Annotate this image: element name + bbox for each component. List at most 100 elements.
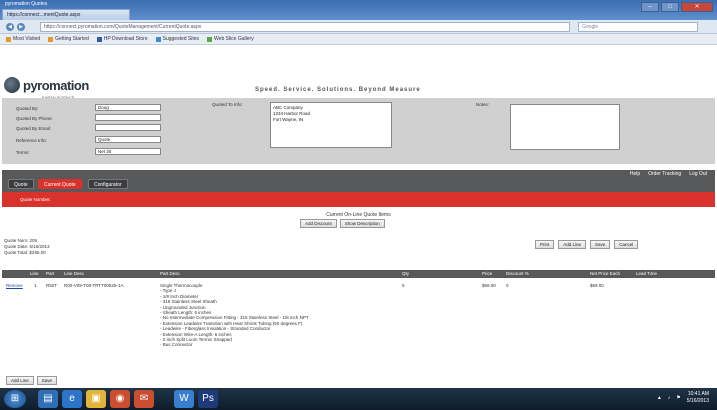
system-tray: ▲ ♪ ⚑ 10:41 AM 5/16/2013: [657, 391, 709, 405]
tab-configurator[interactable]: Configurator: [88, 179, 128, 189]
save-bottom-button[interactable]: Save: [36, 376, 58, 385]
cell-part-desc: Single Thermocouple - Type J - 1/8 Inch …: [160, 283, 309, 348]
quote-info-panel: Quoted By: Doug Quoted By Phone: Quoted …: [2, 98, 715, 164]
print-button[interactable]: Print: [535, 240, 555, 249]
outlook-icon[interactable]: ✉: [134, 390, 154, 408]
pyromation-logo[interactable]: pyromation EARTH SCIENCE: [4, 75, 89, 100]
bookmark-getting-started[interactable]: Getting Started: [48, 36, 89, 42]
clock[interactable]: 10:41 AM 5/16/2013: [687, 391, 709, 405]
reference-info-input[interactable]: Quote: [95, 136, 161, 143]
add-line-bottom-button[interactable]: Add Line: [6, 376, 34, 385]
active-tab-label: https://connect...mentQuote.aspx: [2, 9, 130, 20]
cell-discount: 0: [506, 283, 509, 288]
tagline: Speed. Service. Solutions. Beyond Measur…: [255, 87, 421, 93]
quote-items-title: Current On-Line Quote Items: [326, 212, 391, 218]
grid-header: Line Part Line Desc Part Desc Qty Price …: [2, 270, 715, 278]
reference-info-label: Reference Info:: [16, 138, 47, 143]
quote-items-controls: Add Discount Show Description: [300, 219, 385, 228]
search-input[interactable]: Google: [578, 22, 698, 32]
cell-line: 1: [34, 283, 37, 288]
bottom-actions: Add Line Save: [6, 376, 58, 385]
quote-total: Quote Total: $295.00: [4, 250, 46, 255]
notes-textarea[interactable]: [510, 104, 620, 150]
cell-qty: 5: [402, 283, 405, 288]
internet-explorer-icon[interactable]: e: [62, 390, 82, 408]
bookmark-suggested-sites[interactable]: Suggested Sites: [155, 36, 200, 42]
cell-net-price: $59.00: [590, 283, 604, 288]
quoted-by-phone-label: Quoted By Phone:: [16, 116, 53, 121]
red-header-bar: Quote Number:: [2, 192, 715, 207]
network-icon[interactable]: ▲: [657, 395, 662, 401]
cancel-button[interactable]: Cancel: [614, 240, 639, 249]
maximize-icon[interactable]: □: [661, 2, 679, 12]
quoted-to-label: Quoted To Info:: [212, 102, 243, 107]
terms-input[interactable]: Net 30: [95, 148, 161, 155]
quoted-to-textarea[interactable]: ABC Company 1234 Harbor Road Fort Wayne,…: [270, 102, 392, 148]
photoshop-icon[interactable]: Ps: [198, 390, 218, 408]
quote-actions: Print Add Line Save Cancel: [535, 240, 639, 249]
taskbar: ⊞ ▤ e ▣ ◉ ✉ W Ps ▲ ♪ ⚑ 10:41 AM 5/16/201…: [0, 388, 717, 410]
bookmark-web-slice[interactable]: Web Slice Gallery: [207, 36, 254, 42]
navigation-bar: ◀ ▶ https://connect.pyromation.com/Quote…: [0, 20, 717, 34]
bookmarks-bar: Most Visited Getting Started HP Download…: [0, 34, 717, 45]
tab-quote[interactable]: Quote: [8, 179, 34, 189]
close-icon[interactable]: ✕: [681, 2, 713, 12]
word-icon[interactable]: W: [174, 390, 194, 408]
save-button[interactable]: Save: [590, 240, 611, 249]
page-tab-bar: Help Order Tracking Log Out Quote Curren…: [2, 170, 715, 192]
show-description-button[interactable]: Show Description: [339, 219, 385, 228]
volume-icon[interactable]: ♪: [668, 395, 671, 401]
window-title: pyromation Quotes: [5, 1, 48, 7]
folder-icon: [6, 36, 11, 42]
quoted-by-input[interactable]: Doug: [95, 104, 161, 111]
window-controls: – □ ✕: [641, 2, 713, 14]
col-part-desc: Part Desc: [160, 271, 180, 276]
help-link[interactable]: Help: [630, 171, 640, 177]
quote-summary: Quote Num: 205 Quote Date: 5/16/2013 Quo…: [4, 238, 50, 256]
logo-mark-icon: [4, 77, 20, 93]
forward-icon[interactable]: ▶: [17, 23, 25, 31]
back-icon[interactable]: ◀: [6, 23, 14, 31]
top-links: Help Order Tracking Log Out: [630, 171, 707, 177]
bookmark-label: Getting Started: [55, 36, 89, 42]
breadcrumb: Quote Number:: [20, 197, 51, 202]
col-part: Part: [46, 271, 55, 276]
active-tab[interactable]: https://connect...mentQuote.aspx: [2, 9, 132, 20]
firefox-icon[interactable]: ◉: [110, 390, 130, 408]
add-line-button[interactable]: Add Line: [558, 240, 587, 249]
add-discount-button[interactable]: Add Discount: [300, 219, 337, 228]
col-lead-time: Lead Time: [636, 271, 658, 276]
quoted-by-label: Quoted By:: [16, 106, 39, 111]
col-discount: Discount %: [506, 271, 529, 276]
bookmark-label: HP Download Store: [103, 36, 148, 42]
remove-link[interactable]: Remove: [6, 283, 23, 288]
url-bar[interactable]: https://connect.pyromation.com/QuoteMana…: [40, 22, 570, 32]
bookmark-label: Most Visited: [13, 36, 41, 42]
order-tracking-link[interactable]: Order Tracking: [648, 171, 681, 177]
terms-label: Terms:: [16, 150, 30, 155]
flag-icon[interactable]: ⚑: [676, 395, 680, 401]
table-row: Remove 1 R50T R00-V09-T08-TRTT00625-1A S…: [2, 282, 715, 382]
quoted-by-email-label: Quoted By Email:: [16, 126, 52, 131]
quoted-by-email-input[interactable]: [95, 124, 161, 131]
libraries-icon[interactable]: ▤: [38, 390, 58, 408]
web-slice-icon: [207, 36, 213, 42]
clock-time: 10:41 AM: [687, 391, 709, 397]
col-net-price: Net Price Each: [590, 271, 621, 276]
col-price: Price: [482, 271, 493, 276]
tab-current-quote[interactable]: Current Quote: [38, 179, 82, 189]
bookmark-hp-store[interactable]: HP Download Store: [96, 36, 148, 42]
cell-price: $59.00: [482, 283, 496, 288]
bookmark-most-visited[interactable]: Most Visited: [6, 36, 40, 42]
start-icon[interactable]: ⊞: [4, 390, 26, 408]
cell-part: R50T: [46, 283, 58, 288]
cell-line-desc: R00-V09-T08-TRTT00625-1A: [64, 283, 124, 288]
bookmark-label: Suggested Sites: [162, 36, 200, 42]
col-qty: Qty: [402, 271, 410, 276]
bookmark-label: Web Slice Gallery: [214, 36, 254, 42]
quoted-by-phone-input[interactable]: [95, 114, 161, 121]
file-explorer-icon[interactable]: ▣: [86, 390, 106, 408]
log-out-link[interactable]: Log Out: [689, 171, 707, 177]
minimize-icon[interactable]: –: [641, 2, 659, 12]
clock-date: 5/16/2013: [686, 398, 709, 404]
